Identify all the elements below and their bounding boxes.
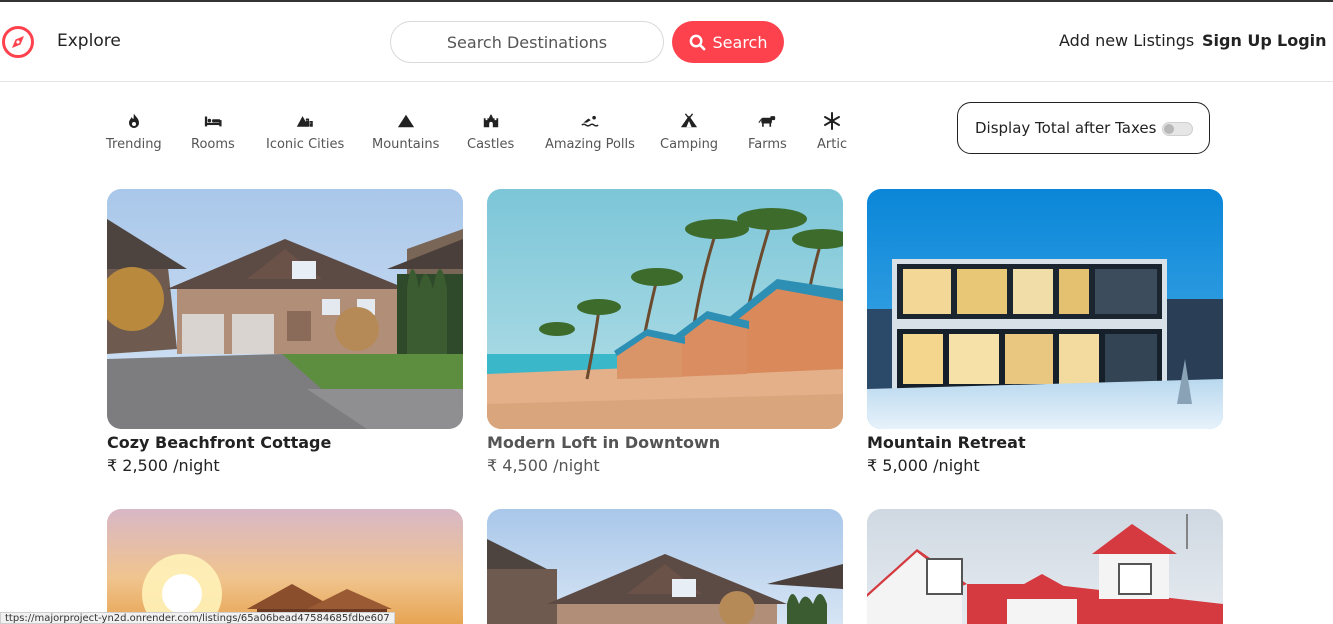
listing-card[interactable] [487,509,843,624]
search-button-label: Search [712,32,768,52]
listing-image[interactable] [107,509,463,624]
listing-card[interactable]: Modern Loft in Downtown ₹ 4,500 /night [487,189,843,475]
filter-castles[interactable]: Castles [467,110,514,158]
compass-icon[interactable] [1,25,35,59]
listing-image[interactable] [867,189,1223,429]
fire-icon [123,110,145,132]
filter-label: Castles [467,137,515,152]
login-link[interactable]: Login [1277,31,1327,50]
filter-artic[interactable]: Artic [817,110,847,158]
filter-camping[interactable]: Camping [660,110,718,158]
cow-icon [756,110,778,132]
filter-bar: Trending Rooms Iconic Cities Mountains C… [0,110,950,160]
navbar: Explore Search Add new Listings Sign Up … [0,2,1333,82]
snowflake-icon [821,110,843,132]
listing-title: Mountain Retreat [867,433,1026,452]
swimmer-icon [579,110,601,132]
filter-rooms[interactable]: Rooms [191,110,235,158]
tax-toggle-switch[interactable] [1162,122,1193,136]
filter-label: Rooms [191,137,235,152]
filter-label: Amazing Polls [545,137,635,152]
listing-card[interactable] [867,509,1223,624]
bed-icon [202,110,224,132]
filter-iconic-cities[interactable]: Iconic Cities [266,110,344,158]
listing-image[interactable] [867,509,1223,624]
listing-price: ₹ 4,500 /night [487,456,600,475]
filter-label: Iconic Cities [266,137,345,152]
filter-label: Camping [660,137,719,152]
filter-amazing-pools[interactable]: Amazing Polls [545,110,635,158]
listing-card[interactable] [107,509,463,624]
filter-label: Trending [106,137,162,152]
search-icon [689,34,705,50]
listing-title: Modern Loft in Downtown [487,433,721,452]
castle-icon [480,110,502,132]
listing-image[interactable] [107,189,463,429]
filter-label: Farms [748,137,787,152]
filter-mountains[interactable]: Mountains [372,110,439,158]
tax-toggle-label: Display Total after Taxes [975,119,1157,137]
listing-card[interactable]: Cozy Beachfront Cottage ₹ 2,500 /night [107,189,463,475]
mountain-icon [395,110,417,132]
listing-price: ₹ 5,000 /night [867,456,980,475]
filter-trending[interactable]: Trending [106,110,162,158]
listing-price: ₹ 2,500 /night [107,456,220,475]
tax-toggle: Display Total after Taxes [957,102,1210,154]
listing-image[interactable] [487,189,843,429]
campground-icon [678,110,700,132]
signup-link[interactable]: Sign Up [1202,31,1272,50]
search-input[interactable] [390,21,664,63]
listing-title: Cozy Beachfront Cottage [107,433,332,452]
filter-farms[interactable]: Farms [748,110,787,158]
status-bar-url: ttps://majorproject-yn2d.onrender.com/li… [0,612,395,624]
listing-card[interactable]: Mountain Retreat ₹ 5,000 /night [867,189,1223,475]
filter-label: Artic [817,137,848,152]
search-button[interactable]: Search [672,21,784,63]
mountain-city-icon [294,110,316,132]
explore-link[interactable]: Explore [57,31,121,51]
add-listing-link[interactable]: Add new Listings [1059,31,1194,50]
filter-label: Mountains [372,137,440,152]
listing-image[interactable] [487,509,843,624]
